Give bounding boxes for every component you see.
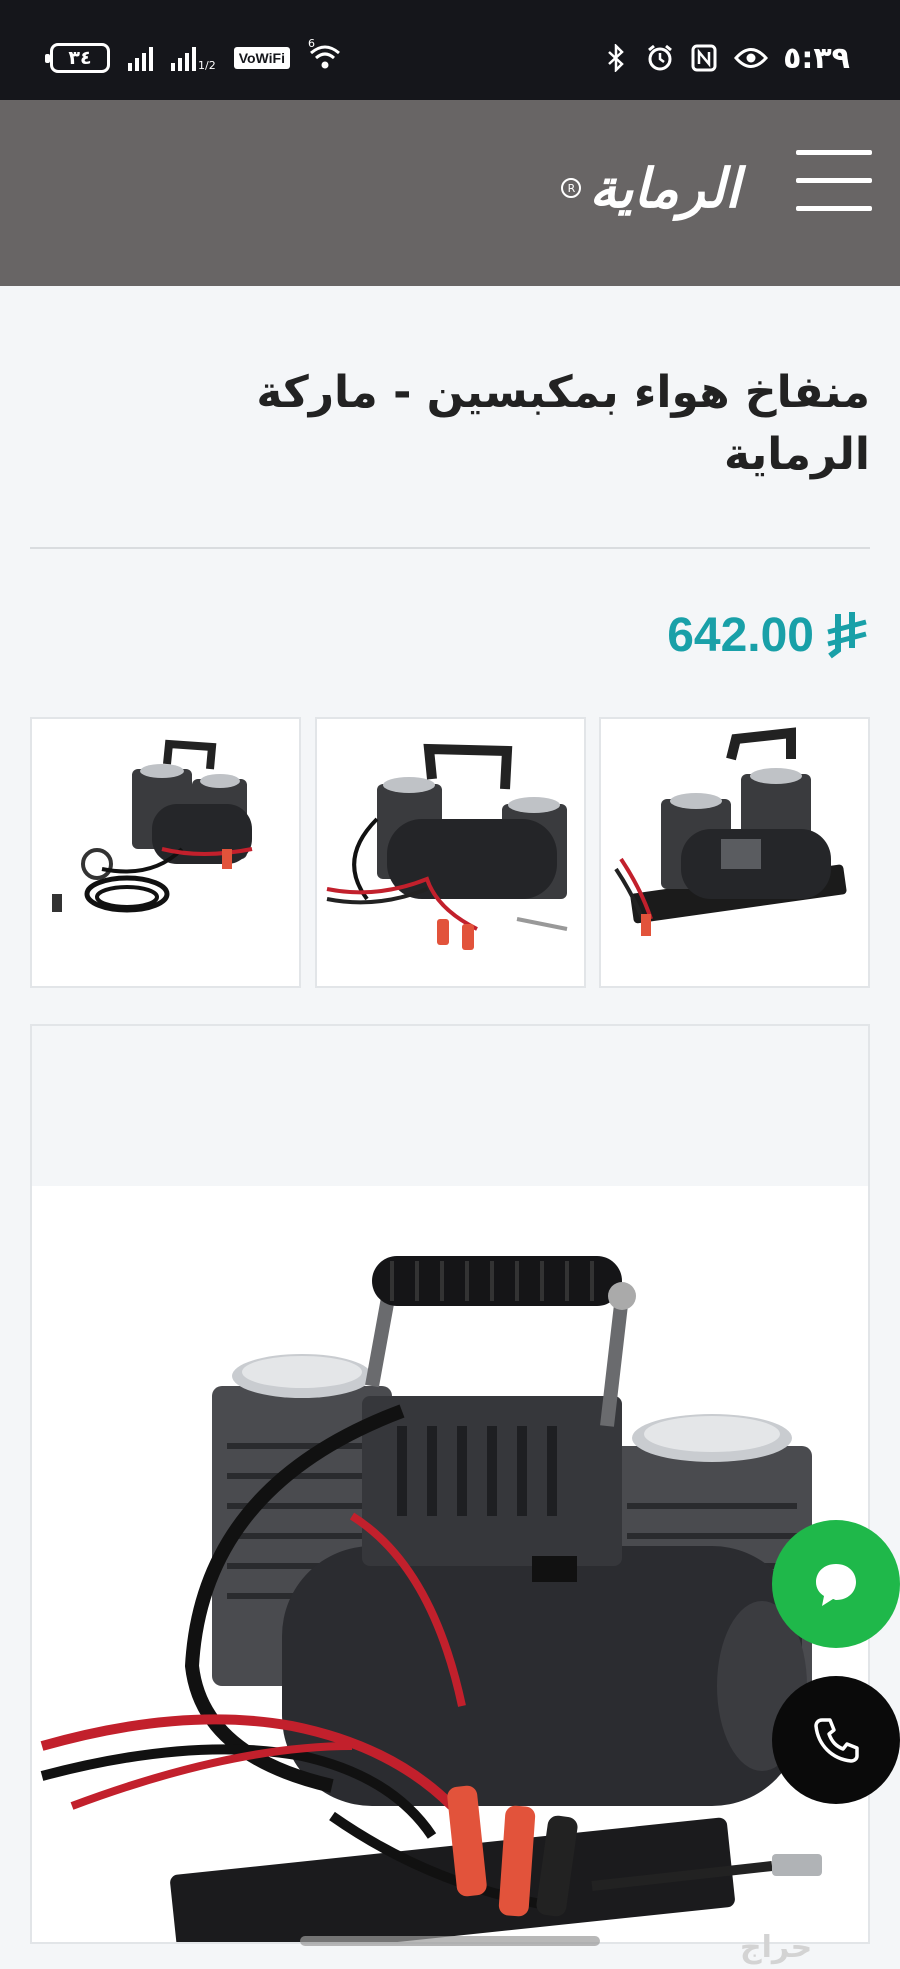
brand-logo[interactable]: R الرماية (561, 148, 742, 228)
battery-indicator: ٣٤ (45, 43, 110, 73)
clock-time: ٥:٣٩ (783, 40, 850, 76)
app-header: R الرماية (0, 100, 900, 286)
compressor-thumbnail-image (614, 727, 847, 936)
compressor-main-photo (40, 1256, 822, 1942)
signal-icon (128, 45, 153, 71)
main-product-image[interactable] (30, 1024, 870, 1944)
thumbnail-3[interactable] (30, 717, 301, 988)
product-price: 642.00 (667, 600, 870, 670)
riyal-symbol-icon (824, 610, 870, 660)
wifi-icon: 6 (308, 37, 344, 73)
hamburger-menu-icon[interactable] (796, 150, 872, 214)
status-left: ٣٤ 1/2 VoWiFi 6 (45, 37, 344, 76)
divider (30, 547, 870, 549)
status-bar: ٣٤ 1/2 VoWiFi 6 ٥:٣٩ (0, 0, 900, 100)
chat-button[interactable] (772, 1520, 900, 1648)
logo-text: الرماية (589, 156, 742, 220)
product-title: منفاخ هواء بمكبسين - ماركة الرماية (256, 367, 870, 480)
price-amount: 642.00 (667, 608, 814, 662)
phone-icon (814, 1718, 859, 1763)
registered-mark: R (561, 178, 582, 198)
alarm-icon (645, 43, 675, 73)
home-indicator[interactable] (300, 1936, 600, 1946)
battery-level: ٣٤ (68, 47, 92, 69)
compressor-thumbnail-image (326, 743, 568, 950)
thumbnail-1[interactable] (599, 717, 870, 988)
compressor-thumbnail-image (52, 739, 253, 913)
eye-icon (733, 43, 769, 73)
signal-2-icon: 1/2 (171, 45, 216, 71)
status-right: ٥:٣٩ (601, 40, 850, 76)
call-button[interactable] (772, 1676, 900, 1804)
vowifi-badge: VoWiFi (233, 47, 290, 69)
bluetooth-icon (601, 43, 631, 73)
main-image-frame (32, 1186, 868, 1942)
nfc-icon (689, 43, 719, 73)
thumbnail-2[interactable] (315, 717, 586, 988)
wifi-badge: 6 (307, 37, 315, 50)
chat-bubble-icon (816, 1564, 856, 1606)
watermark: حراج (740, 1930, 813, 1965)
sim2-label: 1/2 (198, 59, 216, 72)
